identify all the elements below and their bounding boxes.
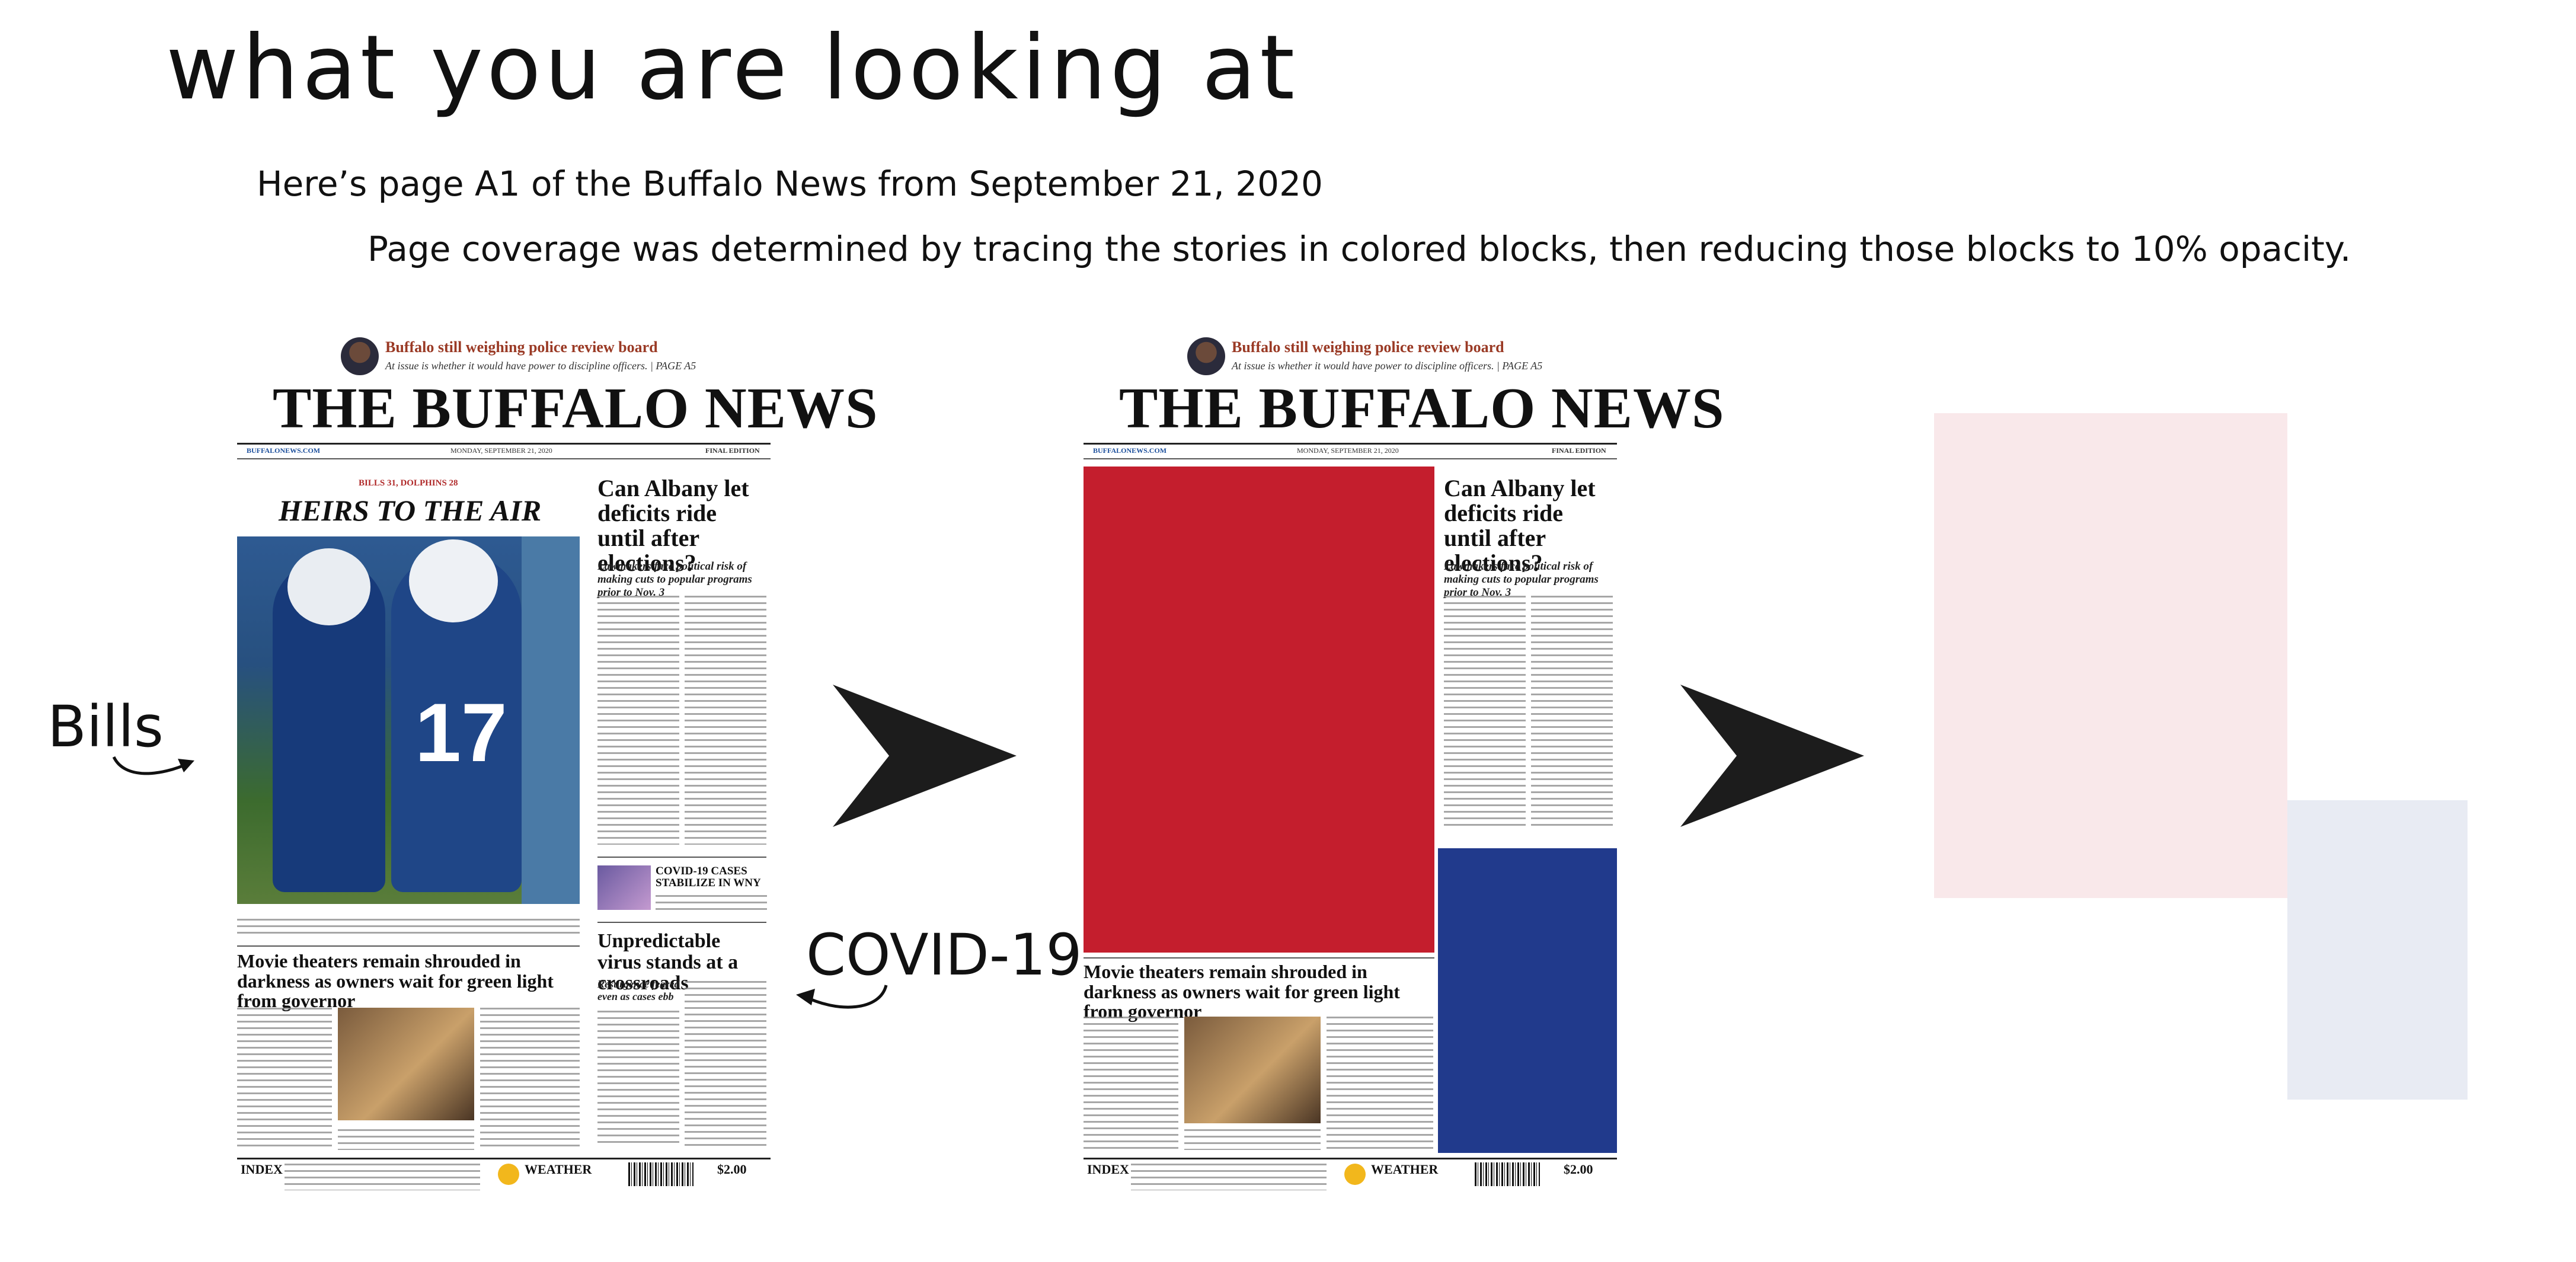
masthead-rule [237,443,771,445]
story-movie-caption [338,1129,474,1150]
covid-box-text [656,895,767,914]
subtitle-description: Here’s page A1 of the Buffalo News from … [257,164,1323,204]
story-virus-dek: Resurgence feared even as cases ebb [597,978,680,1002]
covid-coverage-block [1438,848,1617,1153]
bills-photo: 17 [237,536,580,904]
masthead: THE BUFFALO NEWS [273,376,878,440]
dateline-rule [1084,458,1617,459]
story-albany-dek: Lawmakers face political risk of making … [1444,560,1599,599]
story-movie-text-col1 [237,1008,332,1150]
bills-coverage-block [1084,467,1434,953]
site-url: BUFFALONEWS.COM [1093,446,1167,455]
sun-icon [498,1164,519,1185]
covid-story-rule [597,922,766,923]
teaser-dek: At issue is whether it would have power … [1232,360,1543,372]
movie-story-rule [237,945,580,947]
story-albany-text-col2 [1531,596,1613,827]
index-label: INDEX [1087,1162,1129,1177]
bills-coverage-faded [1934,413,2287,898]
footer-rule [1084,1158,1617,1159]
teaser-headline: Buffalo still weighing police review boa… [1232,338,1504,356]
covid-coverage-faded [2287,800,2468,1100]
story-albany-text-col1 [1444,596,1526,827]
story-movie-text-col2 [480,1008,580,1150]
arrow-right-icon [833,685,1017,827]
teaser-headline: Buffalo still weighing police review boa… [385,338,658,356]
page-title: what you are looking at [166,17,1299,120]
covid-box-image [597,865,651,910]
bills-pointer-icon [112,756,194,775]
price: $2.00 [717,1162,747,1177]
newspaper-page-traced: Buffalo still weighing police review boa… [1084,335,1724,1197]
index-label: INDEX [241,1162,283,1177]
dateline-rule [237,458,771,459]
edition: FINAL EDITION [1552,446,1606,455]
price: $2.00 [1564,1162,1593,1177]
covid-box-rule [597,857,766,858]
story-virus-text-col1 [597,1011,679,1147]
story-albany-text-col2 [685,596,766,845]
teaser-dek: At issue is whether it would have power … [385,360,696,372]
story-movie-headline: Movie theaters remain shrouded in darkne… [1084,961,1400,1023]
story-albany-text-col1 [597,596,679,845]
story-albany-dek: Lawmakers face political risk of making … [597,560,752,599]
subtitle-method: Page coverage was determined by tracing … [367,229,2351,269]
masthead: THE BUFFALO NEWS [1119,376,1725,440]
dateline: MONDAY, SEPTEMBER 21, 2020 [1297,446,1399,455]
movie-story-rule [1084,957,1434,959]
barcode [628,1162,693,1186]
index-listing [1131,1164,1327,1190]
score-line: BILLS 31, DOLPHINS 28 [359,478,458,488]
weather-label: WEATHER [1371,1162,1439,1177]
masthead-rule [1084,443,1617,445]
movie-photo [338,1008,474,1120]
barcode [1475,1162,1540,1186]
weather-label: WEATHER [525,1162,592,1177]
edition: FINAL EDITION [705,446,760,455]
covid-box-headline: COVID-19 CASES STABILIZE IN WNY [656,865,761,889]
dateline: MONDAY, SEPTEMBER 21, 2020 [450,446,552,455]
site-url: BUFFALONEWS.COM [247,446,321,455]
footer-rule [237,1158,771,1159]
story-movie-text-col1 [1084,1017,1178,1150]
sports-headline: HEIRS TO THE AIR [279,494,542,527]
sun-icon [1344,1164,1366,1185]
story-movie-caption [1184,1129,1321,1150]
index-listing [285,1164,480,1190]
teaser-photo [1187,337,1225,375]
story-movie-text-col2 [1327,1017,1433,1150]
newspaper-page-original: Buffalo still weighing police review boa… [237,335,878,1197]
story-movie-headline: Movie theaters remain shrouded in darkne… [237,950,554,1012]
movie-photo [1184,1017,1321,1123]
photo-caption [237,919,580,937]
story-virus-text-col2 [685,981,766,1147]
teaser-photo [341,337,379,375]
covid-pointer-icon [796,985,888,1009]
arrow-right-icon [1680,685,1864,827]
